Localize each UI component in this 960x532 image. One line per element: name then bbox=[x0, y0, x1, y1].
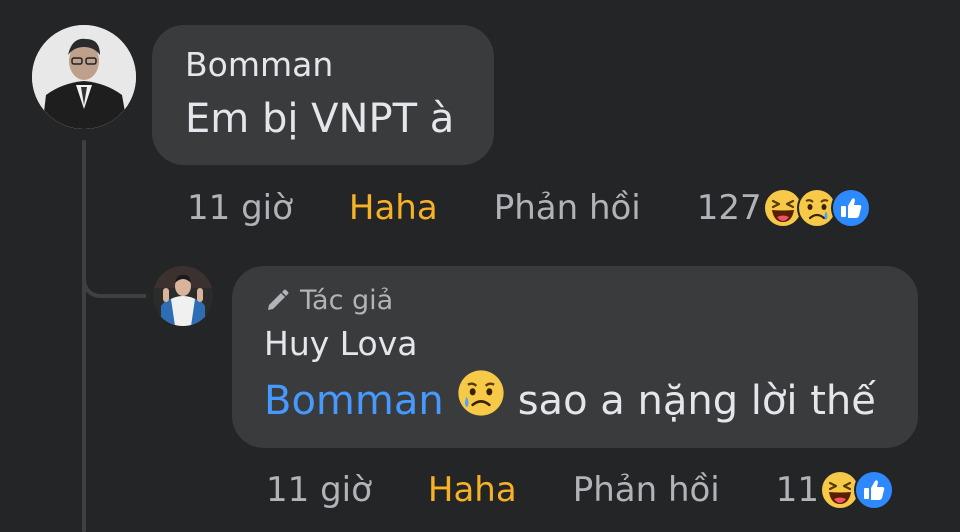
reaction-count: 11 bbox=[775, 470, 820, 510]
reply-actions: 11 giờ Haha Phản hồi 11 bbox=[266, 468, 895, 512]
reply-text: Bomman sao a nặng lời thế bbox=[264, 368, 918, 433]
avatar[interactable] bbox=[153, 266, 213, 326]
reply-button[interactable]: Phản hồi bbox=[494, 188, 641, 228]
thread-connector bbox=[82, 250, 146, 298]
haha-button[interactable]: Haha bbox=[349, 188, 438, 228]
author-badge-label: Tác giả bbox=[300, 285, 394, 316]
comment-author[interactable]: Bomman bbox=[185, 45, 494, 85]
reaction-summary[interactable]: 11 bbox=[776, 469, 895, 511]
reaction-count: 127 bbox=[696, 188, 762, 228]
reply-message: sao a nặng lời thế bbox=[517, 377, 876, 424]
reaction-summary[interactable]: 127 bbox=[697, 187, 872, 229]
thread-line bbox=[82, 140, 86, 532]
comment-actions: 11 giờ Haha Phản hồi 127 bbox=[187, 186, 872, 230]
author-badge: Tác giả bbox=[264, 284, 918, 318]
avatar[interactable] bbox=[32, 25, 136, 129]
mention-link[interactable]: Bomman bbox=[264, 373, 444, 429]
pencil-icon bbox=[264, 288, 290, 314]
comment-bubble: Bomman Em bị VNPT à bbox=[152, 25, 494, 165]
haha-button[interactable]: Haha bbox=[428, 470, 517, 510]
comment-text: Em bị VNPT à bbox=[185, 96, 455, 142]
like-icon bbox=[830, 187, 872, 229]
comment-time[interactable]: 11 giờ bbox=[187, 188, 293, 228]
comment-thread: Bomman Em bị VNPT à 11 giờ Haha Phản hồi… bbox=[0, 0, 960, 532]
reply-bubble: Tác giả Huy Lova Bomman sao a nặng lời t… bbox=[232, 266, 918, 448]
reply-button[interactable]: Phản hồi bbox=[573, 470, 720, 510]
reply-author[interactable]: Huy Lova bbox=[264, 324, 918, 364]
sad-emoji-icon bbox=[456, 368, 506, 433]
reply-time[interactable]: 11 giờ bbox=[266, 470, 372, 510]
like-icon bbox=[853, 469, 895, 511]
